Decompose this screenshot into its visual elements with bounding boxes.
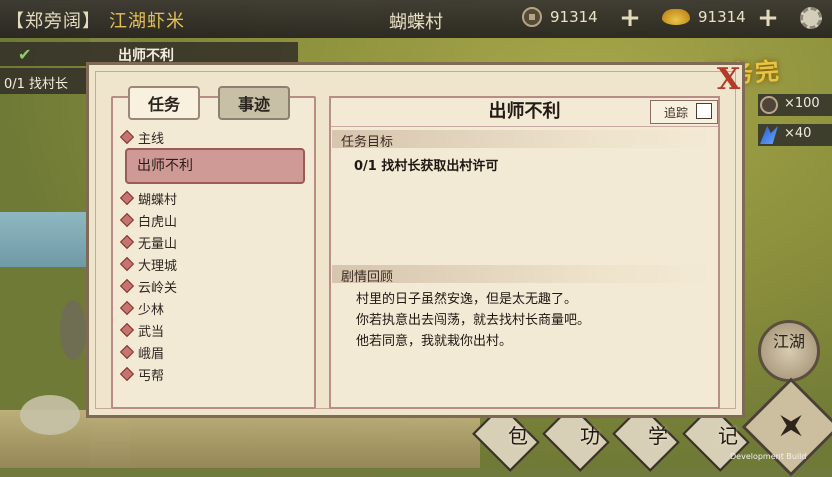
diamond-icon [119, 234, 135, 250]
section-label: 蝴蝶村 [138, 193, 178, 208]
track-checkbox[interactable] [696, 103, 712, 119]
flag-icon [760, 126, 778, 144]
section-label: 云岭关 [138, 281, 178, 296]
tab-deeds[interactable]: 事迹 [218, 86, 290, 120]
player-info: 【郑旁阔】 江湖虾米 [6, 7, 185, 33]
section-label: 武当 [138, 325, 165, 340]
goal-text: 0/1 找村长获取出村许可 [354, 159, 499, 174]
settings-gear-icon[interactable] [800, 7, 822, 29]
story-header: 剧情回顾 [341, 270, 394, 285]
map-river [0, 212, 100, 267]
diamond-icon [119, 366, 135, 382]
section-label: 大理城 [138, 259, 178, 274]
player-name: 【郑旁阔】 [6, 11, 101, 32]
story-text: 村里的日子虽然安逸，但是太无趣了。 你若执意出去闯荡，就去找村长商量吧。 他若同… [356, 289, 590, 352]
jianghu-button[interactable]: 江湖 [758, 320, 820, 382]
section-emei[interactable]: 峨眉 [119, 343, 165, 362]
map-stone [20, 395, 80, 435]
section-wuliang-mountain[interactable]: 无量山 [119, 233, 178, 252]
tracker-task-progress: 0/1 找村长 [4, 77, 69, 92]
add-ingots-button[interactable]: + [756, 4, 780, 32]
section-white-tiger-mountain[interactable]: 白虎山 [119, 211, 178, 230]
diamond-icon [119, 212, 135, 228]
close-icon[interactable]: X [717, 62, 740, 97]
story-line: 你若执意出去闯荡，就去找村长商量吧。 [356, 313, 591, 328]
diamond-icon [119, 300, 135, 316]
section-wudang[interactable]: 武当 [119, 321, 165, 340]
skills-label: 功 [580, 424, 600, 448]
section-label: 无量山 [138, 237, 178, 252]
map-tree [60, 300, 86, 360]
pinwheel-icon [770, 404, 812, 446]
journal-label: 记 [718, 424, 738, 448]
reward-coins: ×100 [758, 94, 832, 116]
tracker-progress-row[interactable]: 0/1 找村长 [0, 68, 90, 94]
coin-count: 91314 [550, 8, 598, 26]
reward-flags: ×40 [758, 124, 832, 146]
quest-item-selected[interactable]: 出师不利 [125, 148, 305, 184]
section-butterfly-village[interactable]: 蝴蝶村 [119, 189, 178, 208]
section-beggar-sect[interactable]: 丐帮 [119, 365, 165, 384]
section-label: 少林 [138, 303, 165, 318]
add-coins-button[interactable]: + [618, 4, 642, 32]
checkmark-icon: ✔ [18, 45, 32, 64]
location-name: 蝴蝶村 [389, 12, 443, 33]
section-label: 白虎山 [138, 215, 178, 230]
section-label: 峨眉 [138, 347, 165, 362]
section-yunling-pass[interactable]: 云岭关 [119, 277, 178, 296]
section-label: 主线 [138, 132, 165, 147]
goal-header: 任务目标 [341, 135, 394, 150]
top-bar: 【郑旁阔】 江湖虾米 蝴蝶村 91314 + 91314 + [0, 0, 832, 38]
coin-icon [522, 7, 542, 27]
reward-text: ×40 [784, 126, 812, 141]
diamond-icon [119, 190, 135, 206]
diamond-icon [119, 256, 135, 272]
story-line: 他若同意，我就栽你出村。 [356, 334, 513, 349]
learn-label: 学 [648, 424, 668, 448]
ingot-count: 91314 [698, 8, 746, 26]
diamond-icon [119, 344, 135, 360]
gold-ingot-icon [662, 9, 690, 25]
diamond-icon [119, 278, 135, 294]
player-title: 江湖虾米 [109, 11, 185, 32]
section-main[interactable]: 主线 [119, 128, 165, 147]
story-line: 村里的日子虽然安逸，但是太无趣了。 [356, 292, 578, 307]
diamond-icon [119, 129, 135, 145]
track-label: 追踪 [664, 106, 689, 120]
section-label: 丐帮 [138, 369, 165, 384]
tab-quests[interactable]: 任务 [128, 86, 200, 120]
bag-label: 包 [508, 424, 528, 448]
section-dali-city[interactable]: 大理城 [119, 255, 178, 274]
dev-build-label: Development Build [730, 452, 807, 461]
reward-text: ×100 [784, 96, 820, 111]
diamond-icon [119, 322, 135, 338]
section-shaolin[interactable]: 少林 [119, 299, 165, 318]
coin-icon [760, 96, 778, 114]
